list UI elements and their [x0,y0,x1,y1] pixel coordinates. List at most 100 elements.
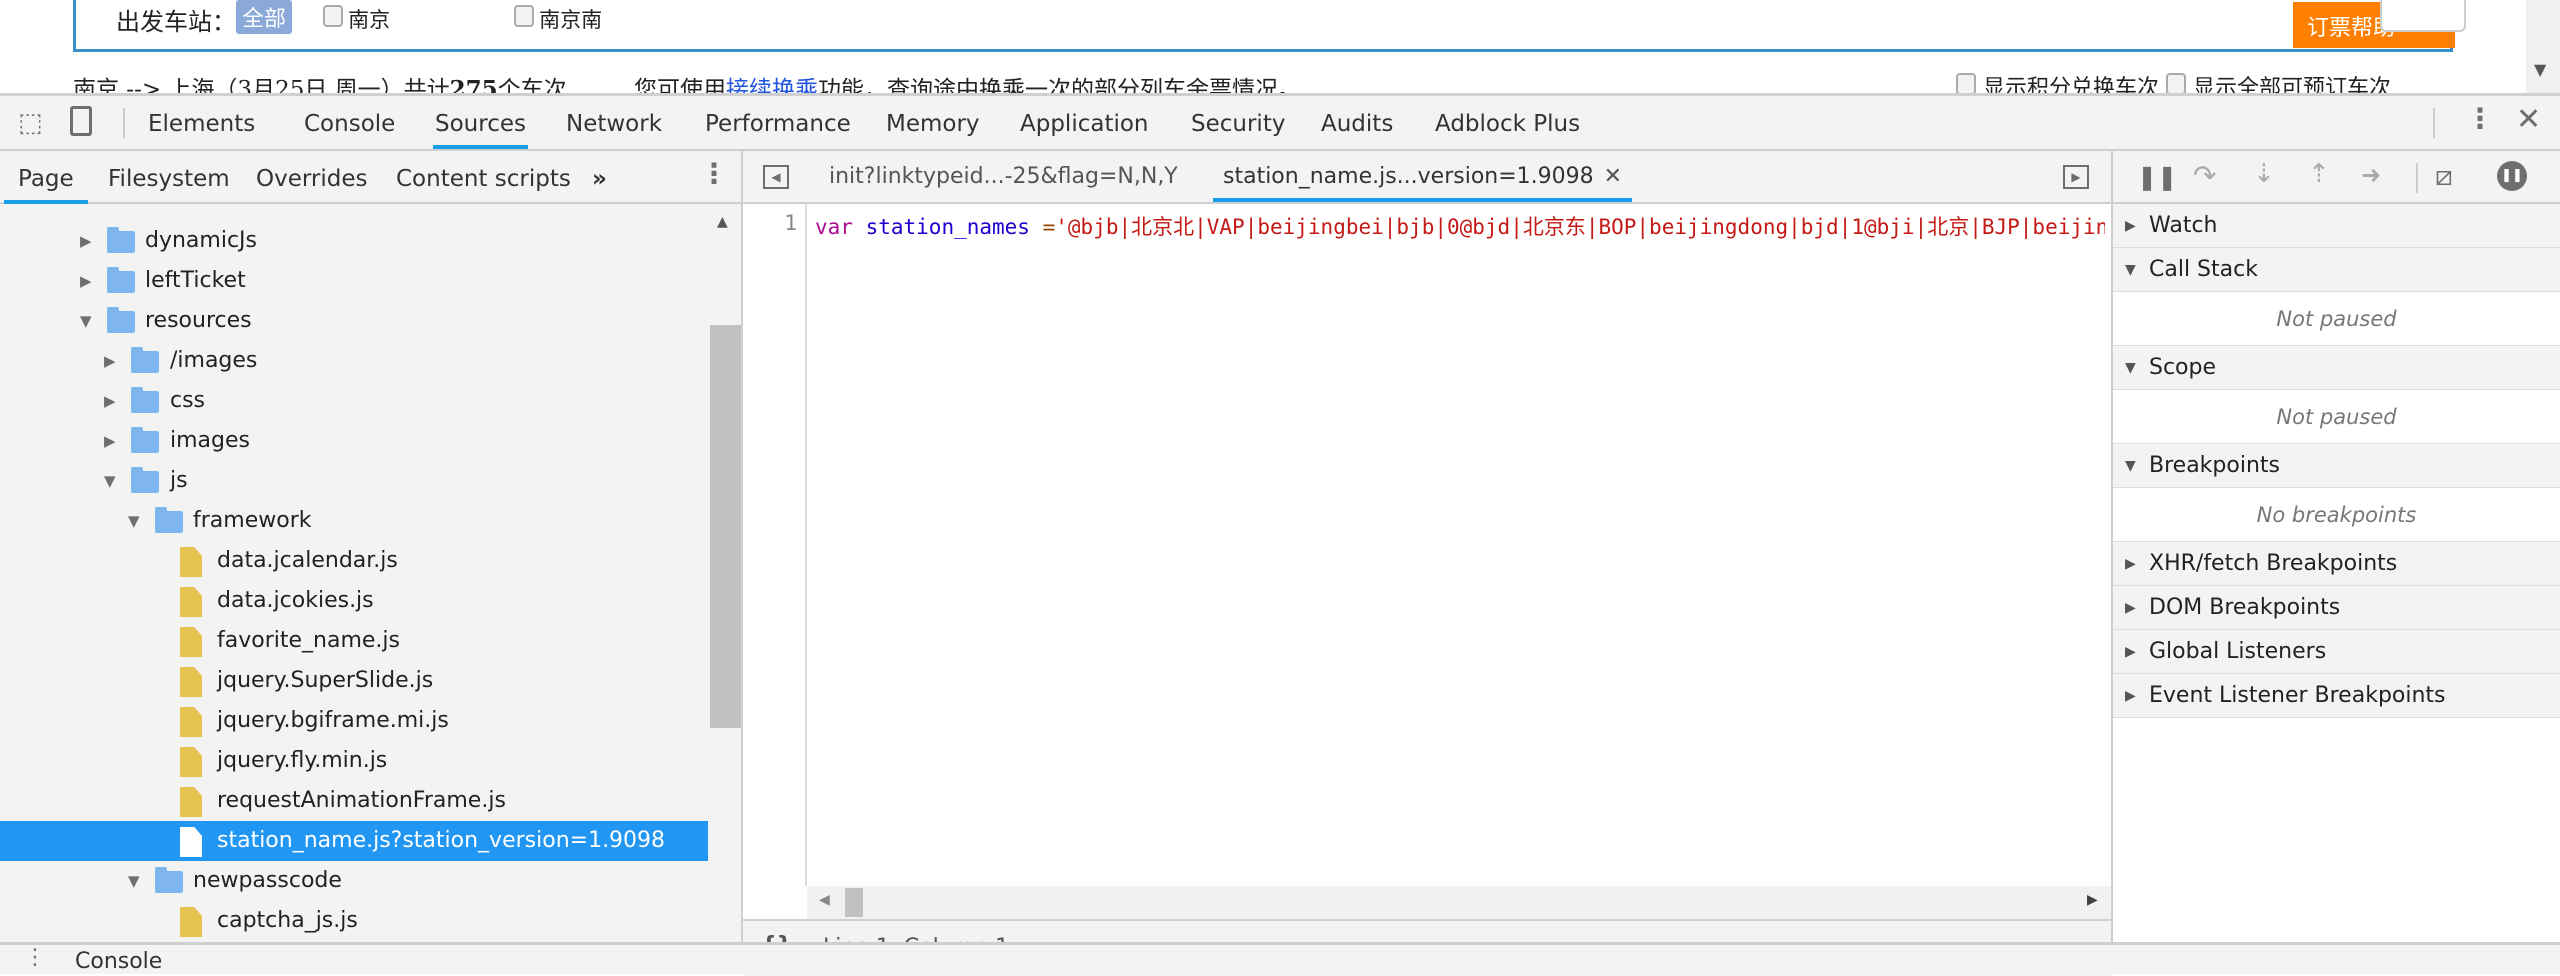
tree-folder[interactable]: ▶ css [0,381,708,421]
section-title: Scope [2149,355,2217,380]
device-toolbar-icon[interactable] [70,106,92,136]
collapsed-arrow-icon[interactable]: ▶ [80,221,92,261]
tree-file[interactable]: station_name.js?station_version=1.9098 [0,821,708,861]
tree-file[interactable]: jquery.bgiframe.mi.js [0,701,708,741]
editor-tab[interactable]: station_name.js...version=1.9098 ✕ [1213,151,1633,202]
debugger-sidebar: ❚❚ ↷ ⇣ ⇡ ➜ ⧄ ❚❚ ▶ Watch ▼ Call Stack Not pau… [2111,151,2560,972]
expanded-arrow-icon[interactable]: ▼ [128,501,140,541]
toggle-debugger-icon[interactable]: ▶ [2063,165,2089,189]
pause-on-exceptions-icon[interactable]: ❚❚ [2497,161,2527,191]
tab-security[interactable]: Security [1189,96,1287,149]
station-checkbox-nanjing[interactable]: 南京 [323,4,390,34]
tree-folder[interactable]: ▶ leftTicket [0,261,708,301]
section-event-listener-breakpoints[interactable]: ▶ Event Listener Breakpoints [2113,674,2560,718]
editor-horizontal-scrollbar[interactable]: ◀ ▶ [807,886,2111,919]
section-watch[interactable]: ▶ Watch [2113,204,2560,248]
collapsed-arrow-icon[interactable]: ▶ [80,261,92,301]
tab-adblock-plus[interactable]: Adblock Plus [1433,96,1582,149]
tree-file[interactable]: data.jcokies.js [0,581,708,621]
file-icon [180,547,202,577]
tree-folder[interactable]: ▼ js [0,461,708,501]
section-title: DOM Breakpoints [2149,595,2341,620]
file-icon [180,747,202,777]
navigator-tab-page[interactable]: Page [4,151,88,204]
section-breakpoints[interactable]: ▼ Breakpoints [2113,444,2560,488]
tree-item-label: newpasscode [193,868,342,893]
collapsed-arrow-icon[interactable]: ▶ [104,381,116,421]
tab-memory[interactable]: Memory [884,96,982,149]
expanded-arrow-icon[interactable]: ▼ [80,301,92,341]
close-devtools-icon[interactable]: ✕ [2516,102,2541,137]
inspect-element-icon[interactable]: ⬚ [18,108,43,138]
floating-widget[interactable] [2380,0,2466,32]
step-over-icon[interactable]: ↷ [2193,159,2216,192]
collapsed-arrow-icon[interactable]: ▶ [104,421,116,461]
tab-performance[interactable]: Performance [703,96,853,149]
line-gutter: 1 [743,204,807,886]
tree-file[interactable]: requestAnimationFrame.js [0,781,708,821]
step-out-icon[interactable]: ⇡ [2308,159,2330,189]
section-dom-breakpoints[interactable]: ▶ DOM Breakpoints [2113,586,2560,630]
section-global-listeners[interactable]: ▶ Global Listeners [2113,630,2560,674]
step-into-icon[interactable]: ⇣ [2253,159,2275,189]
tab-audits[interactable]: Audits [1319,96,1395,149]
folder-icon [107,307,135,333]
tree-item-label: dynamicJs [145,228,257,253]
tree-file[interactable]: data.jcalendar.js [0,541,708,581]
code-line[interactable]: var station_names ='@bjb|北京北|VAP|beijing… [815,211,2105,241]
folder-icon [155,867,183,893]
tree-folder[interactable]: ▶ /images [0,341,708,381]
tree-file[interactable]: jquery.fly.min.js [0,741,708,781]
transfer-link[interactable]: 接续换乘 [726,77,818,93]
collapsed-arrow-icon: ▶ [2125,218,2136,234]
drawer-tab-console[interactable]: Console [75,949,162,974]
editor-tab[interactable]: init?linktypeid...-25&flag=N,N,Y [819,151,1188,202]
all-bookable-checkbox[interactable]: 显示全部可预订车次 [2166,73,2391,93]
navigator-tab-overrides[interactable]: Overrides [242,151,382,204]
points-checkbox[interactable]: 显示积分兑换车次 [1956,73,2159,93]
toggle-navigator-icon[interactable]: ◀ [763,165,789,189]
tree-file[interactable]: favorite_name.js [0,621,708,661]
tree-file[interactable]: jquery.SuperSlide.js [0,661,708,701]
tab-application[interactable]: Application [1018,96,1151,149]
section-call-stack[interactable]: ▼ Call Stack [2113,248,2560,292]
tree-folder[interactable]: ▼ framework [0,501,708,541]
scrollbar-thumb[interactable] [710,325,741,728]
scrollbar-thumb[interactable] [845,888,863,917]
station-checkbox-nanjingnan[interactable]: 南京南 [514,4,602,34]
file-icon [180,907,202,937]
tab-sources[interactable]: Sources [433,96,528,149]
tree-item-label: /images [170,348,258,373]
tree-folder[interactable]: ▼ newpasscode [0,861,708,901]
folder-icon [131,427,159,453]
page-scrollbar[interactable]: ▼ [2526,0,2560,93]
tree-file[interactable]: captcha_js.js [0,901,708,941]
collapsed-arrow-icon[interactable]: ▶ [104,341,116,381]
section-xhr-fetch-breakpoints[interactable]: ▶ XHR/fetch Breakpoints [2113,542,2560,586]
more-options-icon[interactable]: ⋮ [2466,102,2494,135]
tree-folder[interactable]: ▼ resources [0,301,708,341]
section-title: Watch [2149,213,2218,238]
tab-network[interactable]: Network [564,96,664,149]
navigator-menu-icon[interactable]: ⋮ [700,157,728,190]
webpage-area: 出发车站： 全部 南京 南京南 订票帮助 南京 --> 上海（3月25日 周一）… [0,0,2560,93]
navigator-tab-content-scripts[interactable]: Content scripts [382,151,585,204]
expanded-arrow-icon[interactable]: ▼ [104,461,116,501]
tab-elements[interactable]: Elements [146,96,257,149]
file-tree-scrollbar[interactable]: ▲ ▼ [710,204,741,968]
tree-folder[interactable]: ▶ dynamicJs [0,221,708,261]
drawer-menu-icon[interactable]: ⋮ [24,945,46,970]
pause-icon[interactable]: ❚❚ [2137,163,2177,191]
expanded-arrow-icon[interactable]: ▼ [128,861,140,901]
close-tab-icon[interactable]: ✕ [1604,164,1622,189]
more-tabs-icon[interactable]: » [590,151,609,204]
step-icon[interactable]: ➜ [2361,161,2381,189]
tree-folder[interactable]: ▶ images [0,421,708,461]
deactivate-breakpoints-icon[interactable]: ⧄ [2435,159,2453,193]
tab-console[interactable]: Console [302,96,397,149]
section-scope[interactable]: ▼ Scope [2113,346,2560,390]
expanded-arrow-icon: ▼ [2125,360,2136,376]
navigator-tab-filesystem[interactable]: Filesystem [94,151,244,204]
all-stations-button[interactable]: 全部 [236,0,293,34]
station-label: 出发车站： [116,8,236,36]
